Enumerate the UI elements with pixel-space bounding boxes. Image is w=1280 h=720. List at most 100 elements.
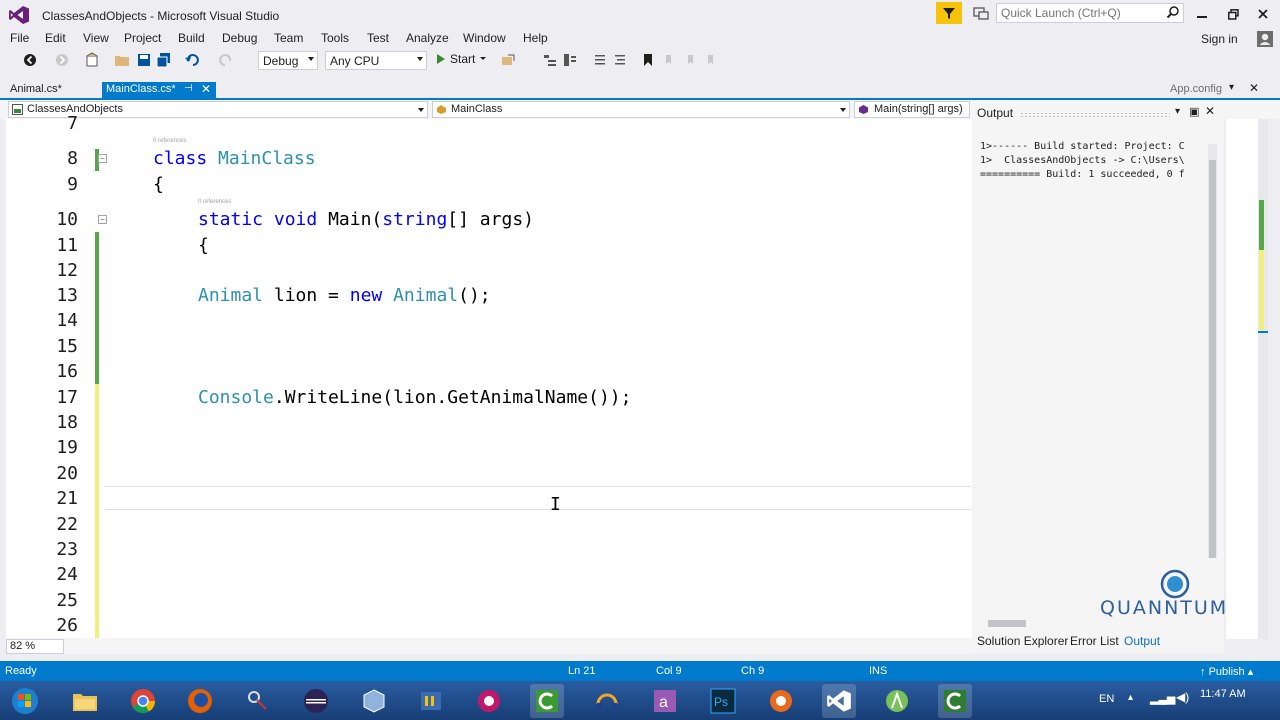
visual-studio-taskbar-icon[interactable] xyxy=(822,684,856,718)
menu-team[interactable]: Team xyxy=(274,31,303,45)
sign-in-link[interactable]: Sign in xyxy=(1201,32,1238,46)
file-explorer-icon[interactable] xyxy=(68,684,102,718)
pin-icon[interactable]: ⊣ xyxy=(184,83,193,94)
notification-filter-icon[interactable] xyxy=(936,2,962,24)
menu-tools[interactable]: Tools xyxy=(321,31,349,45)
bookmark-icon[interactable] xyxy=(640,52,656,68)
member-dropdown[interactable]: Main(string[] args) xyxy=(854,101,970,118)
codelens-references[interactable]: 0 references xyxy=(153,138,186,144)
input-language[interactable]: EN xyxy=(1099,693,1114,705)
drag-handle[interactable] xyxy=(1020,112,1170,118)
minimize-button[interactable] xyxy=(1190,4,1214,24)
bookmark-prev-icon[interactable] xyxy=(662,52,678,68)
tab-mainclass-cs[interactable]: MainClass.cs* ⊣ ✕ xyxy=(102,82,216,99)
android-studio-icon[interactable] xyxy=(880,684,914,718)
window-position-icon[interactable]: ▾ xyxy=(1175,106,1180,117)
class-dropdown[interactable]: MainClass xyxy=(432,101,850,118)
close-tab-icon[interactable]: ✕ xyxy=(201,82,211,96)
save-icon[interactable] xyxy=(136,52,152,68)
tab-error-list[interactable]: Error List xyxy=(1070,634,1119,648)
menu-help[interactable]: Help xyxy=(523,31,548,45)
clock[interactable]: 11:47 AM xyxy=(1200,688,1246,700)
code-line-8[interactable]: class MainClass xyxy=(153,148,316,169)
chrome-icon[interactable] xyxy=(126,684,160,718)
firefox-icon[interactable] xyxy=(183,684,217,718)
line-number: 23 xyxy=(56,539,78,560)
menu-window[interactable]: Window xyxy=(463,31,506,45)
recorder-app-icon[interactable] xyxy=(764,684,798,718)
back-icon[interactable] xyxy=(22,52,38,68)
menu-project[interactable]: Project xyxy=(124,31,161,45)
tool-app-icon[interactable] xyxy=(472,684,506,718)
open-file-icon[interactable] xyxy=(114,52,130,68)
account-icon[interactable] xyxy=(1256,30,1274,48)
bookmark-clear-icon[interactable] xyxy=(704,52,720,68)
restore-button[interactable] xyxy=(1221,4,1245,24)
close-preview-tab-icon[interactable]: ✕ xyxy=(1249,81,1259,95)
maximize-panel-icon[interactable]: ▣ xyxy=(1189,105,1199,118)
java-editor-icon[interactable] xyxy=(414,684,448,718)
collapse-class-icon[interactable]: − xyxy=(98,154,107,163)
code-editor[interactable] xyxy=(6,119,972,638)
code-line-17[interactable]: Console.WriteLine(lion.GetAnimalName()); xyxy=(198,387,631,408)
save-all-icon[interactable] xyxy=(156,52,172,68)
zoom-select[interactable]: 82 % xyxy=(6,639,64,654)
tab-animal-cs[interactable]: Animal.cs* xyxy=(6,82,66,98)
editor-vertical-scrollbar[interactable] xyxy=(1258,119,1268,639)
output-horizontal-scroll-thumb[interactable] xyxy=(988,620,1026,627)
forward-icon[interactable] xyxy=(54,52,70,68)
start-button[interactable]: Start xyxy=(436,52,487,66)
tab-solution-explorer[interactable]: Solution Explorer xyxy=(977,634,1068,648)
codelens-references[interactable]: 0 references xyxy=(198,199,231,205)
menu-build[interactable]: Build xyxy=(178,31,205,45)
undo-icon[interactable] xyxy=(184,52,200,68)
menu-view[interactable]: View xyxy=(83,31,109,45)
browser-link-icon[interactable] xyxy=(500,52,516,68)
menu-analyze[interactable]: Analyze xyxy=(406,31,449,45)
new-project-icon[interactable] xyxy=(84,52,100,68)
solution-nav-icon[interactable] xyxy=(542,52,558,68)
text-app-icon[interactable]: a xyxy=(648,684,682,718)
volume-icon[interactable]: ◀) xyxy=(1176,690,1189,704)
camtasia-icon[interactable] xyxy=(530,684,564,718)
line-number: 11 xyxy=(56,235,78,256)
bookmark-next-icon[interactable] xyxy=(684,52,700,68)
tab-list-icon[interactable]: ▾ xyxy=(1229,82,1234,93)
publish-button[interactable]: ↑ Publish ▴ xyxy=(1200,665,1253,678)
menu-edit[interactable]: Edit xyxy=(45,31,66,45)
feedback-icon[interactable] xyxy=(972,6,990,22)
code-line-10[interactable]: static void Main(string[] args) xyxy=(198,209,534,230)
tab-output[interactable]: Output xyxy=(1124,634,1160,648)
snipping-tool-icon[interactable] xyxy=(241,684,275,718)
eclipse-icon[interactable] xyxy=(299,684,333,718)
photoshop-icon[interactable]: Ps xyxy=(706,684,740,718)
tab-app-config[interactable]: App.config xyxy=(1166,82,1226,98)
change-marker-unsaved xyxy=(95,384,99,638)
menu-debug[interactable]: Debug xyxy=(222,31,257,45)
quick-launch-input[interactable] xyxy=(996,3,1184,23)
uncomment-icon[interactable] xyxy=(612,52,628,68)
menu-test[interactable]: Test xyxy=(367,31,389,45)
redo-icon[interactable] xyxy=(218,52,234,68)
configuration-select[interactable]: Debug xyxy=(258,51,318,70)
line-number: 8 xyxy=(67,148,78,169)
collapse-method-icon[interactable]: − xyxy=(98,215,107,224)
output-vertical-scroll-thumb[interactable] xyxy=(1209,160,1216,558)
tray-expand-icon[interactable]: ▴ xyxy=(1128,692,1133,703)
network-icon[interactable]: ▂▃▅ xyxy=(1150,692,1175,705)
comment-icon[interactable] xyxy=(592,52,608,68)
code-line-11[interactable]: { xyxy=(198,235,209,256)
toggle-view-icon[interactable] xyxy=(562,52,578,68)
camtasia-recorder-icon[interactable] xyxy=(938,684,972,718)
close-button[interactable] xyxy=(1251,4,1275,24)
menu-file[interactable]: File xyxy=(10,31,29,45)
close-panel-icon[interactable]: ✕ xyxy=(1205,104,1215,118)
platform-select[interactable]: Any CPU xyxy=(325,51,427,70)
output-text-area[interactable]: 1>------ Build started: Project: C 1> Cl… xyxy=(980,140,1216,620)
virtualbox-icon[interactable] xyxy=(357,684,391,718)
code-line-9[interactable]: { xyxy=(153,174,164,195)
search-icon[interactable] xyxy=(1166,5,1180,19)
start-menu-icon[interactable] xyxy=(8,684,42,718)
audio-app-icon[interactable] xyxy=(590,684,624,718)
code-line-13[interactable]: Animal lion = new Animal(); xyxy=(198,285,491,306)
